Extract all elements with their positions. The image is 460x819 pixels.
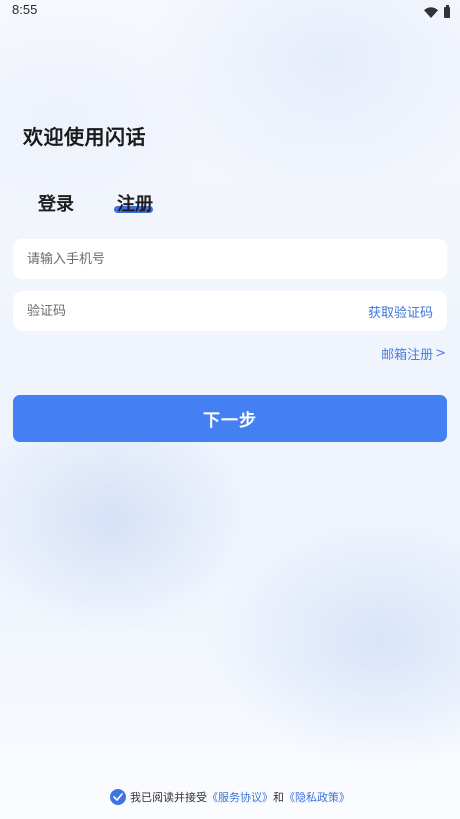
email-register-label: 邮箱注册 bbox=[381, 348, 434, 363]
welcome-title: 欢迎使用闪话 bbox=[23, 125, 146, 149]
get-code-button[interactable]: 获取验证码 bbox=[368, 302, 433, 321]
status-time: 8:55 bbox=[12, 2, 38, 17]
code-input[interactable] bbox=[27, 303, 277, 319]
battery-icon bbox=[444, 5, 450, 18]
code-field[interactable]: 获取验证码 bbox=[13, 291, 447, 331]
checkmark-icon bbox=[113, 793, 123, 801]
email-register-link[interactable]: 邮箱注册 > bbox=[381, 344, 446, 363]
status-icons bbox=[424, 3, 450, 22]
phone-input[interactable] bbox=[27, 251, 277, 267]
agreement-row: 我已阅读并接受 《服务协议》 和 《隐私政策》 bbox=[0, 789, 460, 805]
service-agreement-link[interactable]: 《服务协议》 bbox=[207, 789, 273, 805]
tab-register[interactable]: 注册 bbox=[117, 190, 153, 216]
chevron-right-icon: > bbox=[435, 346, 446, 361]
agreement-checkbox[interactable] bbox=[110, 789, 126, 805]
agreement-prefix: 我已阅读并接受 bbox=[130, 791, 207, 804]
next-step-button[interactable]: 下一步 bbox=[13, 395, 447, 442]
agreement-conjunction: 和 bbox=[273, 791, 284, 804]
privacy-policy-link[interactable]: 《隐私政策》 bbox=[284, 789, 350, 805]
wifi-icon bbox=[424, 3, 438, 22]
phone-field[interactable] bbox=[13, 239, 447, 279]
tab-login[interactable]: 登录 bbox=[38, 190, 74, 216]
